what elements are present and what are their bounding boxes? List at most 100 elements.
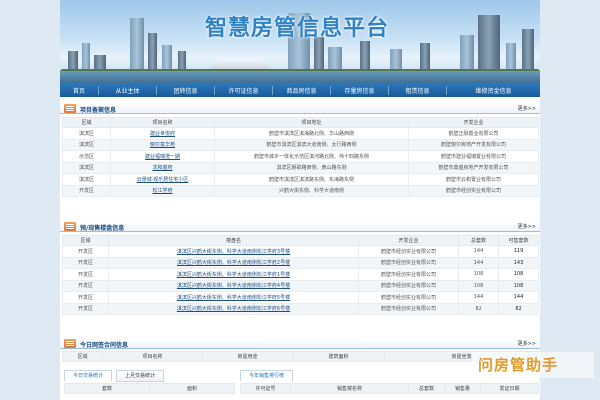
project-filing-table: 区域 项目名称 项目地址 开发企业 淇滨区 建业世悦府 鹤壁市淇滨区淇海路北侧、…	[62, 117, 539, 197]
developer-cell: 鹤壁市经创实业有限公司	[358, 279, 459, 292]
column-header: 项目地址	[214, 117, 409, 128]
main-nav: 首页 从业主体 团转信息 许可证信息 商品房信息 存量房信息 租赁信息 维修资金…	[60, 83, 540, 97]
available-units-cell: 144	[498, 291, 539, 304]
region-cell: 开发区	[62, 245, 109, 258]
address-cell: 鹤壁市淇滨区淇海路北侧、华山路西侧	[214, 127, 409, 140]
table-row: 开发区 淇滨区兴鹤大街东侧、科学大道南侧松江学府3号楼 鹤壁市经创实业有限公司 …	[62, 245, 539, 258]
section-title: 今日网签合同信息	[80, 342, 129, 349]
nav-permit-info[interactable]: 许可证信息	[215, 86, 272, 95]
building-link[interactable]: 淇滨区兴鹤大街东侧、科学大道南侧松江学府3号楼	[108, 245, 359, 258]
ranking-table: 许可证号 销售楼名称 总套数 销售量 发证日期	[240, 383, 539, 394]
column-header: 发证日期	[480, 383, 539, 394]
building	[148, 33, 157, 73]
region-cell: 开发区	[62, 184, 111, 197]
table-row: 淇滨区 龙和盛府 淇滨区朝歌路西侧、黄山路东侧 鹤壁市鼎盛房地产开发有限公司	[62, 161, 539, 174]
table-row: 淇滨区 建业世悦府 鹤壁市淇滨区淇海路北侧、华山路西侧 鹤壁正融置业有限公司	[62, 127, 539, 140]
nav-commercial-housing[interactable]: 商品房信息	[273, 86, 330, 95]
developer-cell: 鹤壁市建业福瑞置业有限公司	[408, 150, 539, 163]
table-row: 开发区 淇滨区兴鹤大街东侧、科学大道南侧松江学府6号楼 鹤壁市经创实业有限公司 …	[62, 302, 539, 315]
tab-today-stats[interactable]: 今日交易统计	[64, 370, 113, 382]
assistant-watermark[interactable]: 问房管助手	[472, 352, 594, 378]
table-header-row: 许可证号 销售楼名称 总套数 销售量 发证日期	[240, 383, 539, 394]
available-units-cell: 82	[498, 302, 539, 315]
building	[478, 15, 500, 73]
address-cell: 兴鹤大街东侧、科学大道南侧	[214, 184, 409, 197]
section-title: 项目备案信息	[80, 107, 117, 114]
developer-cell: 鹤壁市经创实业有限公司	[358, 268, 459, 281]
project-link[interactable]: 松江学府	[110, 184, 215, 197]
column-header: 楼盘名	[108, 235, 359, 246]
nav-existing-housing[interactable]: 存量房信息	[331, 86, 388, 95]
main-content: 项目备案信息 更多>> 区域 项目名称 项目地址 开发企业 淇滨区 建业世悦府 …	[60, 97, 540, 400]
column-header: 房屋用途	[202, 351, 293, 362]
total-units-cell: 144	[458, 291, 499, 304]
table-header-row: 套数 面积	[64, 383, 235, 394]
nav-maintenance-fund[interactable]: 维修资金信息	[447, 86, 540, 95]
river	[60, 71, 540, 83]
trade-stats-table: 套数 面积	[64, 383, 235, 394]
total-units-cell: 108	[458, 268, 499, 281]
document-icon	[64, 104, 76, 113]
column-header: 销售量	[444, 383, 481, 394]
project-link[interactable]: 云景城·观乐居住宅小区	[110, 173, 215, 186]
project-link[interactable]: 俪尔富华苑	[110, 138, 215, 151]
building	[130, 18, 144, 73]
project-link[interactable]: 龙和盛府	[110, 161, 215, 174]
table-header-row: 区域 项目名称 房屋用途 建筑面积 房屋坐落	[62, 351, 539, 362]
site-title: 智慧房管信息平台	[205, 16, 390, 41]
nav-rental[interactable]: 租赁信息	[389, 86, 446, 95]
tab-last-month-stats[interactable]: 上月交易统计	[116, 370, 165, 382]
more-link[interactable]: 更多>>	[518, 223, 536, 230]
project-link[interactable]: 建业世悦府	[110, 127, 215, 140]
nav-group-purchase[interactable]: 团转信息	[157, 86, 214, 95]
developer-cell: 鹤壁市经创实业有限公司	[358, 245, 459, 258]
column-header: 开发企业	[408, 117, 539, 128]
address-cell: 淇滨区朝歌路西侧、黄山路东侧	[214, 161, 409, 174]
table-row: 示范区 建业福瑞澄一期 鹤壁市城乡一体化示范区淇河路北侧、伟十四路东侧 鹤壁市建…	[62, 150, 539, 163]
nav-home[interactable]: 首页	[60, 86, 98, 95]
nav-practitioners[interactable]: 从业主体	[99, 86, 156, 95]
developer-cell: 鹤壁市经创实业有限公司	[358, 291, 459, 304]
column-header: 可售套数	[498, 235, 539, 246]
developer-cell: 鹤壁市云和置业有限公司	[408, 173, 539, 186]
table-header-row: 区域 项目名称 项目地址 开发企业	[62, 117, 539, 128]
ranking-tabs: 今年销售排行榜	[240, 370, 297, 382]
region-cell: 开发区	[62, 279, 109, 292]
available-units-cell: 119	[498, 245, 539, 258]
column-header: 套数	[64, 383, 150, 394]
building-link[interactable]: 淇滨区兴鹤大街东侧、科学大道南侧松江学府4号楼	[108, 279, 359, 292]
project-link[interactable]: 建业福瑞澄一期	[110, 150, 215, 163]
presale-table: 区域 楼盘名 开发企业 总套数 可售套数 开发区 淇滨区兴鹤大街东侧、科学大道南…	[62, 235, 539, 315]
table-row: 开发区 淇滨区兴鹤大街东侧、科学大道南侧松江学府1号楼 鹤壁市经创实业有限公司 …	[62, 268, 539, 281]
table-header-row: 区域 楼盘名 开发企业 总套数 可售套数	[62, 235, 539, 246]
available-units-cell: 108	[498, 268, 539, 281]
more-link[interactable]: 更多>>	[518, 105, 536, 112]
column-header: 区域	[62, 351, 103, 362]
table-row: 淇滨区 俪尔富华苑 鹤壁市淇滨区淇滨大道南侧、太行路西侧 鹤壁俪尔房地产开发有限…	[62, 138, 539, 151]
column-header: 销售楼名称	[290, 383, 409, 394]
building-link[interactable]: 淇滨区兴鹤大街东侧、科学大道南侧松江学府2号楼	[108, 256, 359, 269]
address-cell: 鹤壁市城乡一体化示范区淇河路北侧、伟十四路东侧	[214, 150, 409, 163]
document-icon	[64, 222, 76, 231]
region-cell: 淇滨区	[62, 127, 111, 140]
developer-cell: 鹤壁俪尔房地产开发有限公司	[408, 138, 539, 151]
tab-annual-ranking[interactable]: 今年销售排行榜	[240, 370, 294, 382]
stats-tabs: 今日交易统计 上月交易统计	[64, 370, 168, 382]
column-header: 许可证号	[240, 383, 291, 394]
developer-cell: 鹤壁正融置业有限公司	[408, 127, 539, 140]
total-units-cell: 108	[458, 279, 499, 292]
region-cell: 淇滨区	[62, 161, 111, 174]
contract-header: 今日网签合同信息 更多>>	[60, 338, 540, 349]
building	[460, 35, 474, 73]
developer-cell: 鹤壁市经创实业有限公司	[358, 302, 459, 315]
more-link[interactable]: 更多>>	[518, 340, 536, 347]
building-link[interactable]: 淇滨区兴鹤大街东侧、科学大道南侧松江学府6号楼	[108, 302, 359, 315]
building	[522, 29, 534, 73]
building-link[interactable]: 淇滨区兴鹤大街东侧、科学大道南侧松江学府5号楼	[108, 291, 359, 304]
contract-table: 区域 项目名称 房屋用途 建筑面积 房屋坐落	[62, 351, 539, 362]
building-link[interactable]: 淇滨区兴鹤大街东侧、科学大道南侧松江学府1号楼	[108, 268, 359, 281]
total-units-cell: 82	[458, 302, 499, 315]
column-header: 总套数	[458, 235, 499, 246]
column-header: 区域	[62, 117, 111, 128]
column-header: 项目名称	[110, 117, 215, 128]
